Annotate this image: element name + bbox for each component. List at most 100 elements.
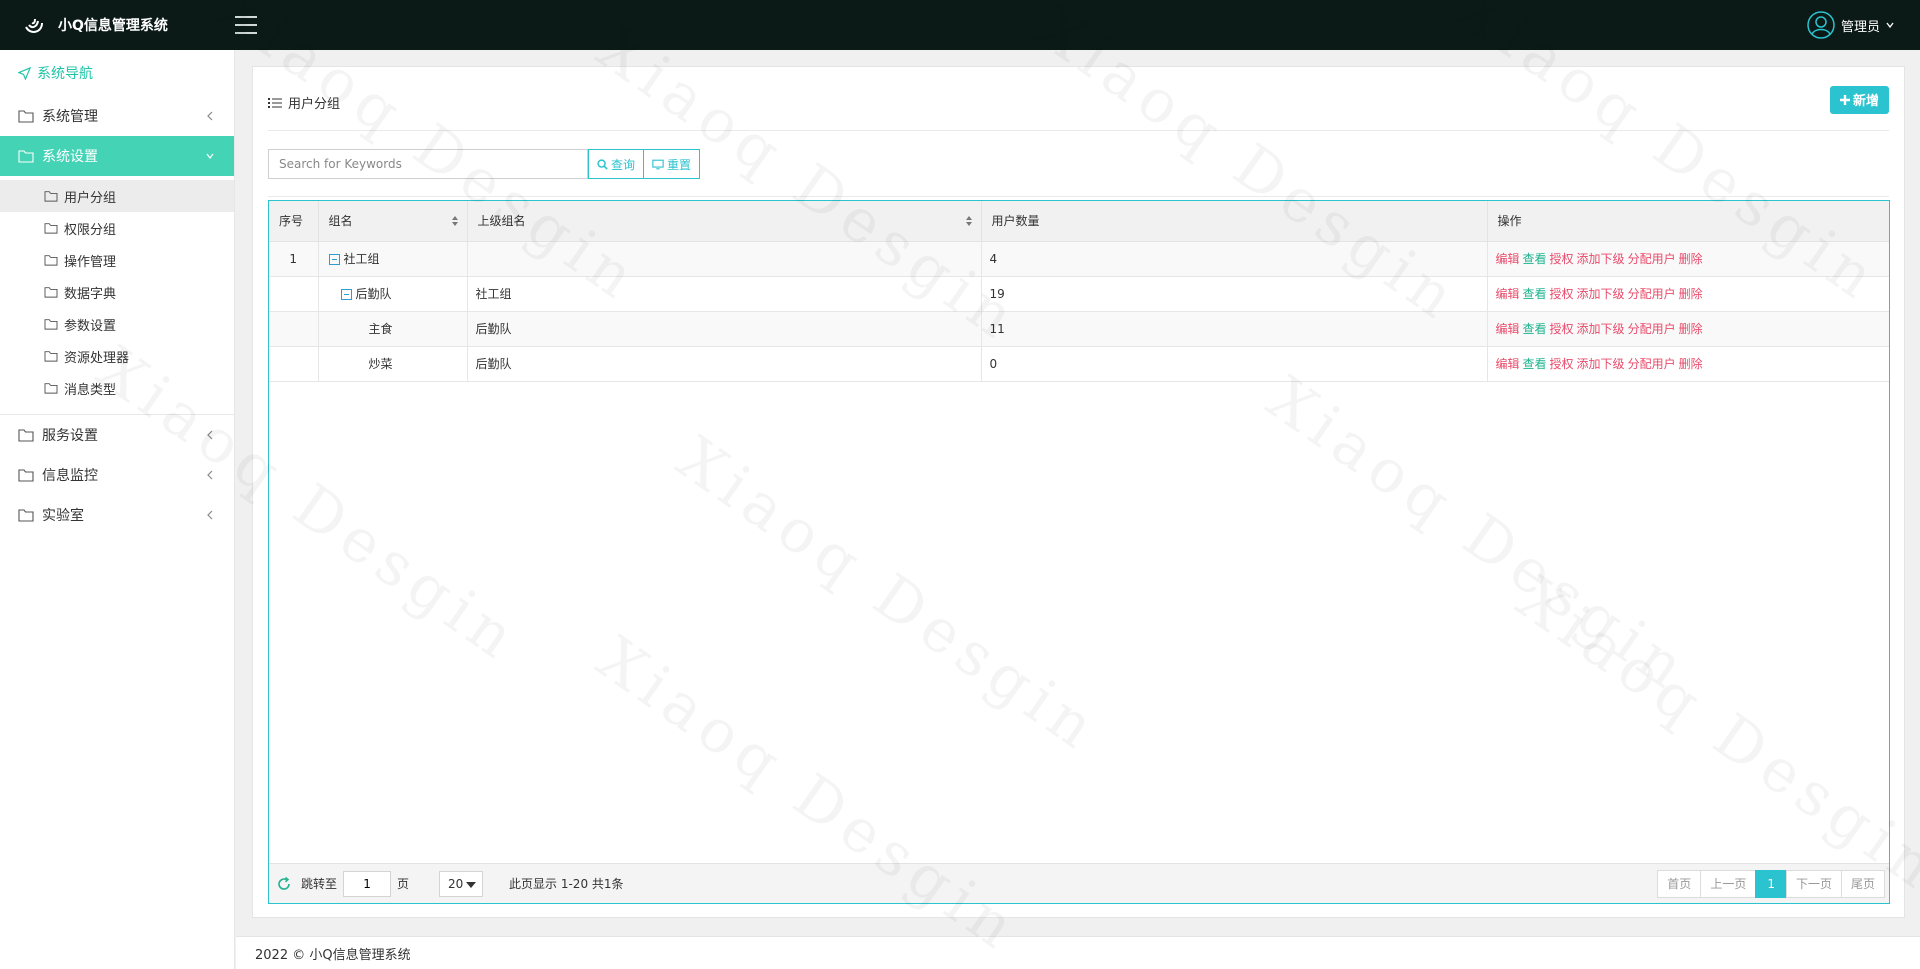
add-child-link[interactable]: 添加下级: [1577, 322, 1625, 336]
logo[interactable]: 小Q信息管理系统: [0, 13, 235, 37]
page-number-input[interactable]: [343, 870, 392, 897]
cell-parent: 社工组: [467, 276, 982, 312]
view-link[interactable]: 查看: [1523, 252, 1547, 266]
cell-count: 0: [981, 346, 1488, 382]
user-name: 管理员: [1840, 19, 1880, 35]
sidebar-subitem-parameters[interactable]: 参数设置: [0, 308, 234, 340]
sidebar-subitem-label: 权限分组: [64, 222, 117, 238]
add-child-link[interactable]: 添加下级: [1577, 252, 1625, 266]
prev-page-button[interactable]: 上一页: [1700, 869, 1757, 898]
sidebar-subitem-user-groups[interactable]: 用户分组: [0, 180, 234, 212]
sidebar-subitem-resource-handler[interactable]: 资源处理器: [0, 340, 234, 372]
sidebar-item-system-settings[interactable]: 系统设置: [0, 136, 234, 176]
menu-toggle-icon[interactable]: [235, 16, 257, 34]
column-header-actions: 操作: [1487, 201, 1889, 242]
sidebar-subitem-label: 消息类型: [64, 382, 117, 398]
column-header-parent[interactable]: 上级组名: [467, 201, 982, 242]
table-header-row: 序号 组名 上级组名 用户数量 操作: [269, 201, 1889, 242]
table-row: 炒菜 后勤队 0 编辑 查看 授权 添加下级 分配用户 删除: [269, 346, 1889, 382]
view-link[interactable]: 查看: [1523, 357, 1547, 371]
sidebar-subitem-message-types[interactable]: 消息类型: [0, 372, 234, 404]
assign-user-link[interactable]: 分配用户: [1628, 357, 1676, 371]
folder-icon: [44, 287, 58, 298]
cell-actions: 编辑 查看 授权 添加下级 分配用户 删除: [1487, 241, 1889, 277]
delete-link[interactable]: 删除: [1679, 322, 1703, 336]
cell-name: 主食: [318, 311, 468, 347]
assign-user-link[interactable]: 分配用户: [1628, 322, 1676, 336]
delete-link[interactable]: 删除: [1679, 252, 1703, 266]
search-input[interactable]: [268, 149, 588, 179]
first-page-button[interactable]: 首页: [1657, 869, 1702, 898]
query-button[interactable]: 查询: [588, 149, 645, 179]
sidebar-item-lab[interactable]: 实验室: [0, 495, 234, 535]
current-page-button[interactable]: 1: [1755, 869, 1787, 898]
collapse-icon[interactable]: [328, 254, 340, 265]
column-header-index: 序号: [269, 201, 319, 242]
cell-parent: [467, 241, 982, 277]
column-header-name[interactable]: 组名: [318, 201, 468, 242]
folder-icon: [44, 383, 58, 394]
sidebar: 系统导航 系统管理 系统设置 用户分组 权限分组 操作管理 数据字典 参数设置: [0, 50, 235, 969]
sidebar-item-system-management[interactable]: 系统管理: [0, 96, 234, 136]
sidebar-subitem-operations[interactable]: 操作管理: [0, 244, 234, 276]
folder-icon: [18, 469, 34, 482]
chevron-left-icon: [207, 430, 213, 440]
cell-parent: 后勤队: [467, 346, 982, 382]
user-menu[interactable]: 管理员: [1807, 11, 1894, 39]
cell-index: [269, 346, 319, 382]
authorize-link[interactable]: 授权: [1550, 357, 1574, 371]
view-link[interactable]: 查看: [1523, 322, 1547, 336]
delete-link[interactable]: 删除: [1679, 287, 1703, 301]
assign-user-link[interactable]: 分配用户: [1628, 287, 1676, 301]
column-header-label: 组名: [328, 214, 353, 229]
next-page-button[interactable]: 下一页: [1785, 869, 1842, 898]
column-header-label: 上级组名: [477, 214, 526, 229]
edit-link[interactable]: 编辑: [1496, 287, 1520, 301]
sidebar-subitem-permission-groups[interactable]: 权限分组: [0, 212, 234, 244]
chevron-left-icon: [207, 510, 213, 520]
sidebar-item-monitoring[interactable]: 信息监控: [0, 455, 234, 495]
add-child-link[interactable]: 添加下级: [1577, 287, 1625, 301]
edit-link[interactable]: 编辑: [1496, 322, 1520, 336]
last-page-button[interactable]: 尾页: [1840, 869, 1885, 898]
edit-link[interactable]: 编辑: [1496, 357, 1520, 371]
authorize-link[interactable]: 授权: [1550, 252, 1574, 266]
refresh-icon[interactable]: [277, 876, 291, 891]
folder-icon: [44, 255, 58, 266]
jump-label: 跳转至: [301, 877, 338, 891]
sidebar-nav-title: 系统导航: [0, 50, 234, 96]
search-icon: [597, 158, 608, 170]
table-row: 1 社工组 4 编辑 查看 授权 添加下级 分配用户 删除: [269, 241, 1889, 277]
assign-user-link[interactable]: 分配用户: [1628, 252, 1676, 266]
authorize-link[interactable]: 授权: [1550, 287, 1574, 301]
sort-icon: [965, 216, 972, 226]
chevron-left-icon: [207, 470, 213, 480]
reset-button[interactable]: 重置: [643, 149, 701, 179]
add-child-link[interactable]: 添加下级: [1577, 357, 1625, 371]
sidebar-subitem-label: 用户分组: [64, 190, 117, 206]
collapse-icon[interactable]: [340, 289, 352, 300]
authorize-link[interactable]: 授权: [1550, 322, 1574, 336]
folder-icon: [18, 150, 34, 163]
cell-index: 1: [269, 241, 319, 277]
pagination-bar: 跳转至 页 20 此页显示 1-20 共1条 首页 上一页 1 下一页 尾页: [269, 863, 1889, 903]
view-link[interactable]: 查看: [1523, 287, 1547, 301]
sidebar-subitem-label: 参数设置: [64, 318, 117, 334]
edit-link[interactable]: 编辑: [1496, 252, 1520, 266]
user-avatar-icon: [1807, 11, 1835, 39]
page-size-select[interactable]: 20: [439, 870, 484, 897]
delete-link[interactable]: 删除: [1679, 357, 1703, 371]
add-button[interactable]: 新增: [1829, 85, 1889, 114]
page-size-value: 20: [448, 876, 464, 891]
sidebar-item-label: 实验室: [42, 508, 84, 524]
table-row: 后勤队 社工组 19 编辑 查看 授权 添加下级 分配用户 删除: [269, 276, 1889, 312]
reset-button-label: 重置: [667, 157, 692, 172]
sidebar-subitem-label: 资源处理器: [64, 350, 130, 366]
sidebar-subitem-label: 操作管理: [64, 254, 117, 270]
sidebar-subitem-dictionary[interactable]: 数据字典: [0, 276, 234, 308]
chevron-down-icon: [206, 153, 214, 159]
folder-icon: [18, 429, 34, 442]
cell-name: 炒菜: [318, 346, 468, 382]
sidebar-item-service-settings[interactable]: 服务设置: [0, 415, 234, 455]
page-title-label: 用户分组: [288, 97, 341, 112]
